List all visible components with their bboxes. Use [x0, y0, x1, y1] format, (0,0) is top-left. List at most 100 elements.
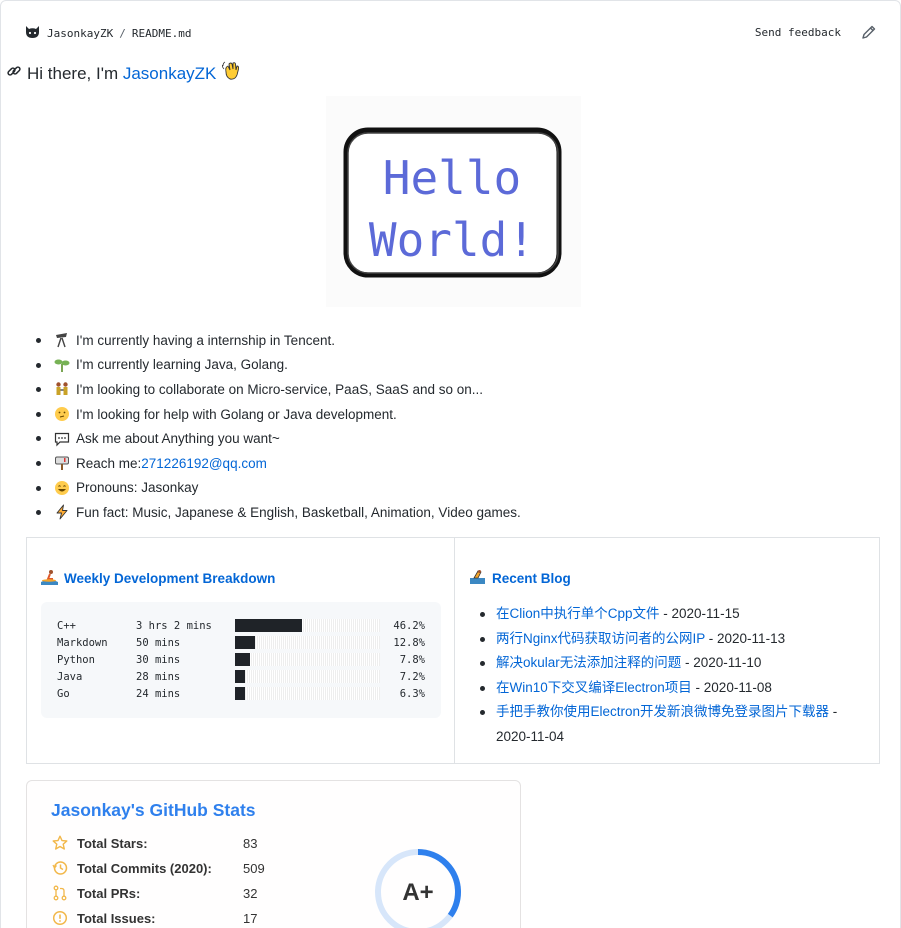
thinking-face-icon: [54, 406, 70, 422]
language-row: Java 28 mins 7.2%: [57, 668, 425, 685]
blog-post-date: - 2020-11-13: [705, 630, 786, 646]
language-time: 3 hrs 2 mins: [136, 619, 212, 632]
about-text: Reach me:: [76, 455, 142, 471]
about-text: Ask me about Anything you want~: [76, 431, 280, 447]
weekly-breakdown-cell: Weekly Development Breakdown C++ 3 hrs 2 …: [26, 537, 455, 764]
weekly-breakdown-heading[interactable]: Weekly Development Breakdown: [41, 569, 275, 588]
language-name: Go: [57, 687, 70, 700]
page-title: Hi there, I'm JasonkayZK: [6, 60, 243, 87]
github-stats-card[interactable]: Jasonkay's GitHub Stats Total Stars: 83 …: [26, 780, 521, 928]
stats-label: Total Commits (2020):: [77, 860, 212, 876]
language-name: C++: [57, 619, 76, 632]
usage-bar-fill: [235, 653, 250, 666]
language-percent: 7.2%: [399, 670, 425, 683]
recent-blog-heading[interactable]: Recent Blog: [469, 569, 571, 588]
wakatime-code-block: C++ 3 hrs 2 mins 46.2% Markdown 50 mins 12.8…: [41, 602, 441, 718]
github-cat-icon[interactable]: [24, 24, 41, 43]
stats-value: 83: [243, 835, 258, 851]
high-voltage-icon: [54, 504, 70, 520]
about-text: Fun fact: Music, Japanese & English, Bas…: [76, 504, 521, 520]
star-icon: [51, 834, 69, 852]
language-percent: 6.3%: [399, 687, 425, 700]
language-time: 28 mins: [136, 670, 181, 683]
weekly-breakdown-title[interactable]: Weekly Development Breakdown: [64, 571, 275, 586]
stats-row: Total Commits (2020): 509: [51, 858, 265, 878]
language-row: Markdown 50 mins 12.8%: [57, 634, 425, 651]
breadcrumb: JasonkayZK / README.md: [24, 24, 191, 43]
blog-list: 在Clion中执行单个Cpp文件 - 2020-11-15 两行Nginx代码获…: [480, 602, 850, 750]
banner-line2: World!: [369, 213, 535, 267]
history-icon: [51, 859, 69, 877]
language-row: C++ 3 hrs 2 mins 46.2%: [57, 617, 425, 634]
usage-bar-fill: [235, 636, 256, 649]
language-row: Go 24 mins 6.3%: [57, 685, 425, 702]
grinning-face-icon: [54, 480, 70, 496]
blog-item: 在Clion中执行单个Cpp文件 - 2020-11-15: [480, 602, 850, 627]
language-time: 24 mins: [136, 687, 181, 700]
language-row: Python 30 mins 7.8%: [57, 651, 425, 668]
rank-circle: A+: [375, 849, 461, 928]
stats-title: Jasonkay's GitHub Stats: [51, 800, 256, 820]
list-item: I'm currently having a internship in Ten…: [36, 328, 521, 353]
pull-request-icon: [51, 884, 69, 902]
stats-label: Total PRs:: [77, 885, 141, 901]
pencil-icon[interactable]: [861, 24, 877, 45]
stats-row: Total PRs: 32: [51, 883, 257, 903]
anchor-link-icon[interactable]: [6, 63, 22, 84]
usage-bar: [235, 619, 380, 632]
blog-post-link[interactable]: 两行Nginx代码获取访问者的公网IP: [496, 631, 705, 646]
stats-row: Total Issues: 17: [51, 908, 257, 928]
waving-hand-icon: [221, 60, 243, 87]
file-name: README.md: [131, 27, 192, 40]
recent-blog-title[interactable]: Recent Blog: [492, 571, 571, 586]
info-table: Weekly Development Breakdown C++ 3 hrs 2 …: [26, 537, 880, 764]
breadcrumb-separator: /: [119, 27, 126, 40]
seedling-icon: [54, 357, 70, 373]
blog-post-link[interactable]: 在Clion中执行单个Cpp文件: [496, 606, 660, 621]
blog-post-date: - 2020-11-08: [691, 679, 772, 695]
usage-bar: [235, 670, 380, 683]
stats-value: 17: [243, 910, 258, 926]
email-link[interactable]: 271226192@qq.com: [141, 456, 267, 471]
about-text: Pronouns: Jasonkay: [76, 480, 199, 496]
language-percent: 12.8%: [393, 636, 425, 649]
about-list: I'm currently having a internship in Ten…: [36, 328, 521, 525]
stats-row: Total Stars: 83: [51, 833, 257, 853]
list-item: Pronouns: Jasonkay: [36, 476, 521, 501]
hello-world-banner: Hello World!: [326, 96, 581, 307]
usage-bar: [235, 687, 380, 700]
writing-hand-icon: [469, 569, 486, 588]
list-item: I'm looking to collaborate on Micro-serv…: [36, 377, 521, 402]
stats-value: 509: [243, 860, 265, 876]
profile-name-link[interactable]: JasonkayZK: [123, 64, 217, 83]
usage-bar-fill: [235, 619, 302, 632]
language-time: 50 mins: [136, 636, 181, 649]
stats-label: Total Issues:: [77, 910, 156, 926]
list-item: Reach me: 271226192@qq.com: [36, 451, 521, 476]
blog-post-link[interactable]: 解决okular无法添加注释的问题: [496, 655, 681, 670]
send-feedback-link[interactable]: Send feedback: [755, 26, 841, 39]
list-item: I'm looking for help with Golang or Java…: [36, 402, 521, 427]
usage-bar-fill: [235, 670, 246, 683]
blog-post-link[interactable]: 手把手教你使用Electron开发新浪微博免登录图片下载器: [496, 704, 829, 719]
usage-bar: [235, 653, 380, 666]
stats-label: Total Stars:: [77, 835, 148, 851]
about-text: I'm looking for help with Golang or Java…: [76, 406, 397, 422]
about-text: I'm looking to collaborate on Micro-serv…: [76, 381, 484, 397]
language-name: Java: [57, 670, 83, 683]
speech-balloon-icon: [54, 431, 70, 447]
repo-owner-link[interactable]: JasonkayZK: [47, 27, 113, 40]
surfer-icon: [41, 569, 58, 588]
issue-icon: [51, 909, 69, 927]
recent-blog-cell: Recent Blog 在Clion中执行单个Cpp文件 - 2020-11-1…: [454, 537, 880, 764]
blog-item: 解决okular无法添加注释的问题 - 2020-11-10: [480, 651, 850, 676]
banner-line1: Hello: [383, 151, 521, 205]
blog-item: 在Win10下交叉编译Electron项目 - 2020-11-08: [480, 676, 850, 701]
people-holding-hands-icon: [54, 381, 70, 397]
language-percent: 46.2%: [393, 619, 425, 632]
about-text: I'm currently learning Java, Golang.: [76, 357, 288, 373]
usage-bar-fill: [235, 687, 246, 700]
readme-header: JasonkayZK / README.md Send feedback: [24, 24, 877, 44]
blog-post-date: - 2020-11-10: [681, 655, 762, 671]
blog-post-link[interactable]: 在Win10下交叉编译Electron项目: [496, 680, 692, 695]
